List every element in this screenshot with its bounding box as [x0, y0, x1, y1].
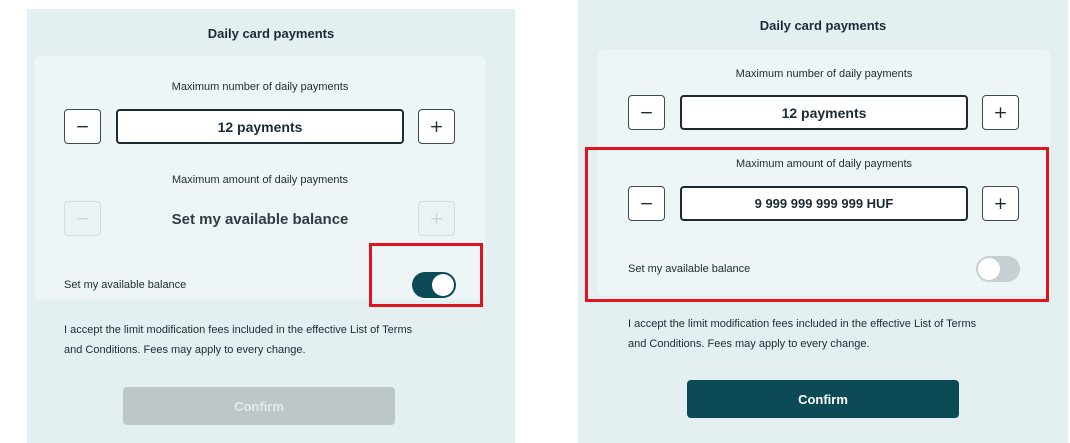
minus-icon: −: [75, 208, 90, 229]
minus-icon: −: [75, 116, 90, 137]
payment-count-increment-button[interactable]: +: [418, 109, 455, 144]
terms-text: I accept the limit modification fees inc…: [628, 314, 976, 354]
payment-count-decrement-button[interactable]: −: [64, 109, 101, 144]
panel-title: Daily card payments: [759, 18, 887, 33]
highlight-box-toggle: [369, 243, 483, 307]
plus-icon: +: [429, 208, 444, 229]
highlight-box-amount: [585, 147, 1049, 302]
payment-amount-decrement-button[interactable]: −: [64, 201, 101, 236]
plus-icon: +: [429, 116, 444, 137]
daily-card-payments-panel-left: Daily card payments Maximum number of da…: [27, 9, 515, 443]
payment-count-label: Maximum number of daily payments: [171, 81, 349, 93]
plus-icon: +: [993, 102, 1008, 123]
payment-count-increment-button[interactable]: +: [982, 95, 1019, 130]
payment-amount-value: Set my available balance: [171, 211, 349, 228]
payment-amount-label: Maximum amount of daily payments: [171, 174, 349, 186]
confirm-button[interactable]: Confirm: [123, 387, 395, 425]
terms-line-2: and Conditions. Fees may apply to every …: [64, 344, 306, 356]
payment-count-decrement-button[interactable]: −: [628, 95, 665, 130]
terms-line-1: I accept the limit modification fees inc…: [628, 318, 977, 330]
available-balance-toggle-label: Set my available balance: [64, 279, 187, 291]
payment-count-field[interactable]: 12 payments: [116, 109, 404, 144]
terms-line-1: I accept the limit modification fees inc…: [64, 324, 413, 336]
payment-count-field[interactable]: 12 payments: [680, 95, 968, 130]
terms-line-2: and Conditions. Fees may apply to every …: [628, 338, 870, 350]
terms-text: I accept the limit modification fees inc…: [64, 320, 412, 360]
payment-amount-increment-button[interactable]: +: [418, 201, 455, 236]
payment-count-label: Maximum number of daily payments: [735, 68, 913, 80]
panel-title: Daily card payments: [207, 26, 335, 41]
minus-icon: −: [639, 102, 654, 123]
confirm-button[interactable]: Confirm: [687, 380, 959, 418]
